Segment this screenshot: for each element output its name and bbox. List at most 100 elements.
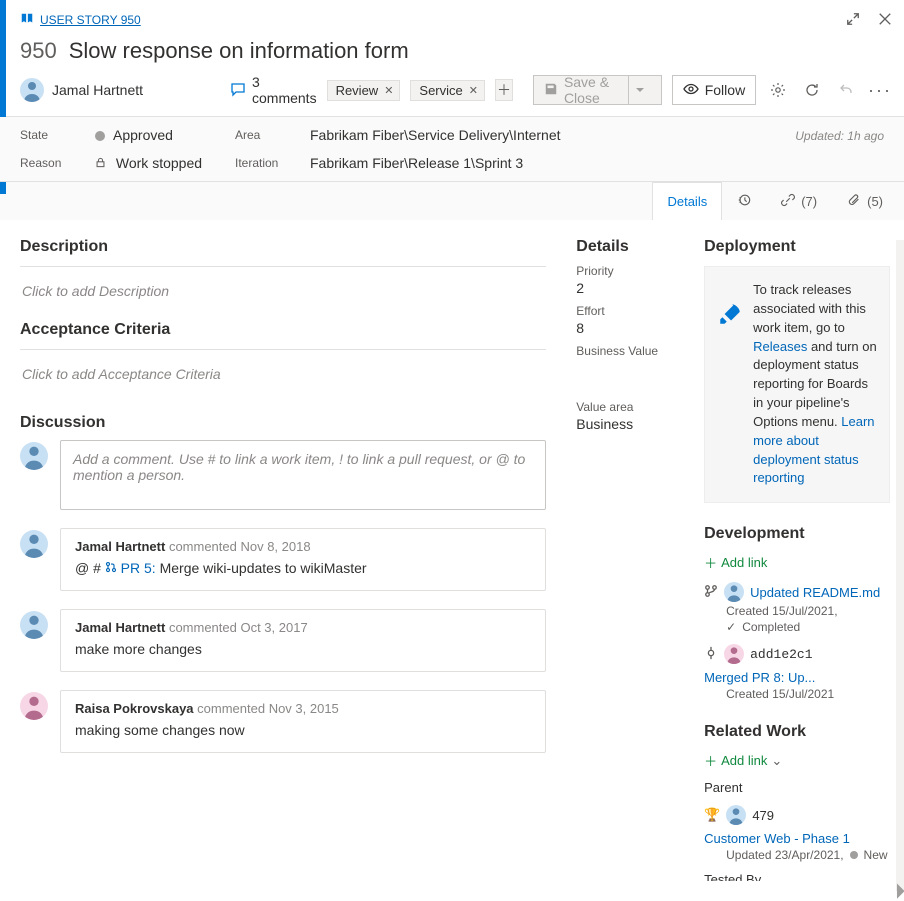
attachment-icon <box>847 193 861 210</box>
remove-tag-icon[interactable]: ✕ <box>469 84 478 97</box>
related-link[interactable]: Customer Web - Phase 1 <box>704 831 850 846</box>
commit-hash: add1e2c1 <box>750 647 812 662</box>
settings-button[interactable] <box>766 75 790 105</box>
comment-author: Jamal Hartnett <box>75 539 165 554</box>
comment-body: making some changes now <box>75 722 531 738</box>
related-work-panel: Related Work ＋ Add link ⌄ Parent 🏆 479 C… <box>704 723 890 881</box>
follow-button[interactable]: Follow <box>672 75 756 105</box>
comment-input[interactable]: Add a comment. Use # to link a work item… <box>60 440 546 510</box>
reason-value[interactable]: Work stopped <box>95 155 225 171</box>
business-value-label: Business Value <box>576 344 684 358</box>
refresh-button[interactable] <box>800 75 824 105</box>
divider <box>20 343 546 350</box>
chevron-down-icon <box>628 76 651 104</box>
tag-service[interactable]: Service ✕ <box>410 80 485 101</box>
parent-label: Parent <box>704 780 890 795</box>
development-title: Development <box>704 525 890 543</box>
iteration-label: Iteration <box>235 156 300 170</box>
state-value[interactable]: Approved <box>95 127 225 143</box>
area-label: Area <box>235 128 300 142</box>
save-label: Save & Close <box>564 74 622 106</box>
assigned-name: Jamal Hartnett <box>52 82 143 98</box>
close-icon[interactable] <box>878 12 892 29</box>
trophy-icon: 🏆 <box>704 807 720 823</box>
priority-value[interactable]: 2 <box>576 280 684 296</box>
comment-meta: commented Nov 8, 2018 <box>169 539 311 554</box>
dev-item: add1e2c1 Merged PR 8: Up... Created 15/J… <box>704 644 890 701</box>
tab-history[interactable] <box>722 182 766 220</box>
breadcrumb: USER STORY 950 <box>20 8 892 32</box>
dev-link[interactable]: Merged PR 8: Up... <box>704 670 815 685</box>
development-panel: Development ＋ Add link Updated README.md… <box>704 525 890 701</box>
scrollbar[interactable] <box>896 240 904 891</box>
dev-sub: Created 15/Jul/2021 <box>726 687 890 701</box>
undo-button[interactable] <box>834 75 858 105</box>
description-title: Description <box>20 238 546 256</box>
work-item-title[interactable]: Slow response on information form <box>69 38 409 64</box>
expand-icon[interactable] <box>846 12 860 29</box>
add-link-button[interactable]: ＋ Add link ⌄ <box>704 751 782 770</box>
eye-icon <box>683 81 699 100</box>
add-tag-button[interactable]: ＋ <box>495 79 513 101</box>
more-button[interactable]: ··· <box>868 75 892 105</box>
chevron-down-icon: ⌄ <box>771 753 782 769</box>
reason-label: Reason <box>20 156 85 170</box>
value-area-label: Value area <box>576 400 684 414</box>
comment-icon <box>230 81 246 100</box>
effort-value[interactable]: 8 <box>576 320 684 336</box>
commit-icon <box>704 646 718 663</box>
updated-text: Updated: 1h ago <box>795 129 884 143</box>
comment-item: Jamal Hartnett commented Nov 8, 2018 @ #… <box>20 528 546 591</box>
remove-tag-icon[interactable]: ✕ <box>384 84 393 97</box>
meta-area: State Approved Area Fabrikam Fiber\Servi… <box>0 117 904 182</box>
comment-meta: commented Oct 3, 2017 <box>169 620 308 635</box>
business-value-value[interactable] <box>576 360 684 376</box>
deployment-info: To track releases associated with this w… <box>704 266 890 503</box>
comment-item: Jamal Hartnett commented Oct 3, 2017 mak… <box>20 609 546 672</box>
tab-details[interactable]: Details <box>652 182 722 220</box>
comments-count: 3 comments <box>252 74 317 106</box>
effort-label: Effort <box>576 304 684 318</box>
deployment-panel: Deployment To track releases associated … <box>704 238 890 503</box>
avatar <box>20 530 48 558</box>
save-button: Save & Close <box>533 75 662 105</box>
breadcrumb-link[interactable]: USER STORY 950 <box>40 13 141 27</box>
tab-links[interactable]: (7) <box>766 182 832 220</box>
lock-icon <box>95 155 110 171</box>
deployment-title: Deployment <box>704 238 890 256</box>
toolbar: Jamal Hartnett 3 comments Review ✕ Servi… <box>20 74 892 116</box>
acceptance-criteria-input[interactable]: Click to add Acceptance Criteria <box>20 360 546 404</box>
description-input[interactable]: Click to add Description <box>20 277 546 321</box>
follow-label: Follow <box>705 82 745 98</box>
assigned-to[interactable]: Jamal Hartnett <box>20 78 220 102</box>
dev-sub: ✓Completed <box>726 620 890 634</box>
state-label: State <box>20 128 85 142</box>
branch-icon <box>704 584 718 601</box>
avatar <box>724 644 744 664</box>
dev-link[interactable]: Updated README.md <box>750 585 880 600</box>
pr-icon <box>105 560 117 576</box>
tab-attachments[interactable]: (5) <box>832 182 898 220</box>
work-item-id: 950 <box>20 38 57 64</box>
related-title: Related Work <box>704 723 890 741</box>
releases-link[interactable]: Releases <box>753 339 807 354</box>
value-area-value[interactable]: Business <box>576 416 684 432</box>
tested-by-label: Tested By <box>704 872 890 881</box>
tab-strip: Details (7) (5) <box>0 182 904 220</box>
pull-request-link[interactable]: PR 5: <box>105 560 160 576</box>
content: Description Click to add Description Acc… <box>0 220 904 881</box>
discussion-title: Discussion <box>20 414 546 432</box>
status-dot-icon <box>850 851 858 859</box>
avatar <box>20 78 44 102</box>
tag-review[interactable]: Review ✕ <box>327 80 401 101</box>
comment-author: Jamal Hartnett <box>75 620 165 635</box>
iteration-value[interactable]: Fabrikam Fiber\Release 1\Sprint 3 <box>310 155 720 171</box>
add-link-button[interactable]: ＋ Add link <box>704 553 767 572</box>
state-dot-icon <box>95 131 105 141</box>
comments-button[interactable]: 3 comments <box>230 74 317 106</box>
area-value[interactable]: Fabrikam Fiber\Service Delivery\Internet <box>310 127 720 143</box>
related-item: 🏆 479 Customer Web - Phase 1 Updated 23/… <box>704 805 890 862</box>
left-column: Description Click to add Description Acc… <box>0 220 566 881</box>
right-column: Deployment To track releases associated … <box>694 220 904 881</box>
title-row: 950 Slow response on information form <box>20 38 892 64</box>
